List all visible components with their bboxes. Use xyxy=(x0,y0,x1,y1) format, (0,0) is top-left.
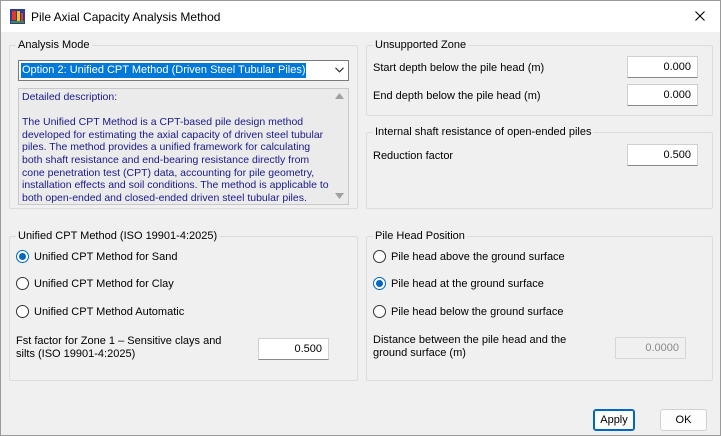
start-depth-label: Start depth below the pile head (m) xyxy=(373,62,545,74)
unified-cpt-label: Unified CPT Method (ISO 19901-4:2025) xyxy=(16,230,220,242)
radio-button[interactable] xyxy=(16,250,29,263)
radio-button[interactable] xyxy=(16,305,29,318)
analysis-mode-selected: Option 2: Unified CPT Method (Driven Ste… xyxy=(21,63,307,78)
unsupported-zone-label: Unsupported Zone xyxy=(373,39,469,51)
close-icon xyxy=(695,11,705,21)
end-depth-label: End depth below the pile head (m) xyxy=(373,90,541,102)
end-depth-input[interactable]: 0.000 xyxy=(627,84,698,106)
distance-label: Distance between the pile head and the g… xyxy=(373,334,567,359)
radio-button[interactable] xyxy=(373,250,386,263)
description-text: Detailed description: The Unified CPT Me… xyxy=(22,91,329,204)
radio-label: Pile head at the ground surface xyxy=(391,277,544,290)
description-box[interactable]: Detailed description: The Unified CPT Me… xyxy=(18,88,349,205)
chevron-down-icon xyxy=(335,67,344,73)
ok-button[interactable]: OK xyxy=(660,409,707,431)
analysis-mode-dropdown[interactable]: Option 2: Unified CPT Method (Driven Ste… xyxy=(18,60,349,81)
fst-factor-input[interactable]: 0.500 xyxy=(258,338,329,360)
apply-button[interactable]: Apply xyxy=(593,409,635,431)
radio-cpt-sand[interactable]: Unified CPT Method for Sand xyxy=(16,250,177,263)
radio-button[interactable] xyxy=(373,305,386,318)
radio-label: Unified CPT Method Automatic xyxy=(34,305,185,318)
scroll-up-icon[interactable] xyxy=(335,93,344,99)
description-scrollbar[interactable] xyxy=(331,89,348,204)
scroll-down-icon[interactable] xyxy=(335,193,344,199)
fst-factor-label: Fst factor for Zone 1 – Sensitive clays … xyxy=(16,335,222,360)
internal-shaft-group: Internal shaft resistance of open-ended … xyxy=(366,126,713,209)
app-logo-icon xyxy=(10,9,25,24)
unsupported-zone-group: Unsupported Zone Start depth below the p… xyxy=(366,39,713,116)
close-button[interactable] xyxy=(680,1,720,31)
radio-label: Unified CPT Method for Clay xyxy=(34,277,174,290)
radio-cpt-automatic[interactable]: Unified CPT Method Automatic xyxy=(16,305,184,318)
radio-button[interactable] xyxy=(16,277,29,290)
window-title: Pile Axial Capacity Analysis Method xyxy=(31,10,221,24)
internal-shaft-label: Internal shaft resistance of open-ended … xyxy=(373,126,594,138)
start-depth-input[interactable]: 0.000 xyxy=(627,56,698,78)
radio-head-below[interactable]: Pile head below the ground surface xyxy=(373,305,563,318)
radio-cpt-clay[interactable]: Unified CPT Method for Clay xyxy=(16,277,174,290)
radio-label: Unified CPT Method for Sand xyxy=(34,250,178,263)
reduction-factor-label: Reduction factor xyxy=(373,150,454,162)
radio-button[interactable] xyxy=(373,277,386,290)
dialog-window: Pile Axial Capacity Analysis Method Anal… xyxy=(0,0,721,436)
analysis-mode-group: Analysis Mode Option 2: Unified CPT Meth… xyxy=(9,39,358,209)
pile-head-label: Pile Head Position xyxy=(373,230,467,242)
radio-label: Pile head above the ground surface xyxy=(391,250,565,263)
radio-label: Pile head below the ground surface xyxy=(391,305,564,318)
radio-head-at-ground[interactable]: Pile head at the ground surface xyxy=(373,277,544,290)
analysis-mode-label: Analysis Mode xyxy=(16,39,92,51)
title-bar: Pile Axial Capacity Analysis Method xyxy=(1,1,720,32)
pile-head-group: Pile Head Position Pile head above the g… xyxy=(366,230,713,381)
distance-input: 0.0000 xyxy=(615,337,686,359)
radio-head-above[interactable]: Pile head above the ground surface xyxy=(373,250,565,263)
reduction-factor-input[interactable]: 0.500 xyxy=(627,144,698,166)
unified-cpt-group: Unified CPT Method (ISO 19901-4:2025) Un… xyxy=(9,230,358,381)
